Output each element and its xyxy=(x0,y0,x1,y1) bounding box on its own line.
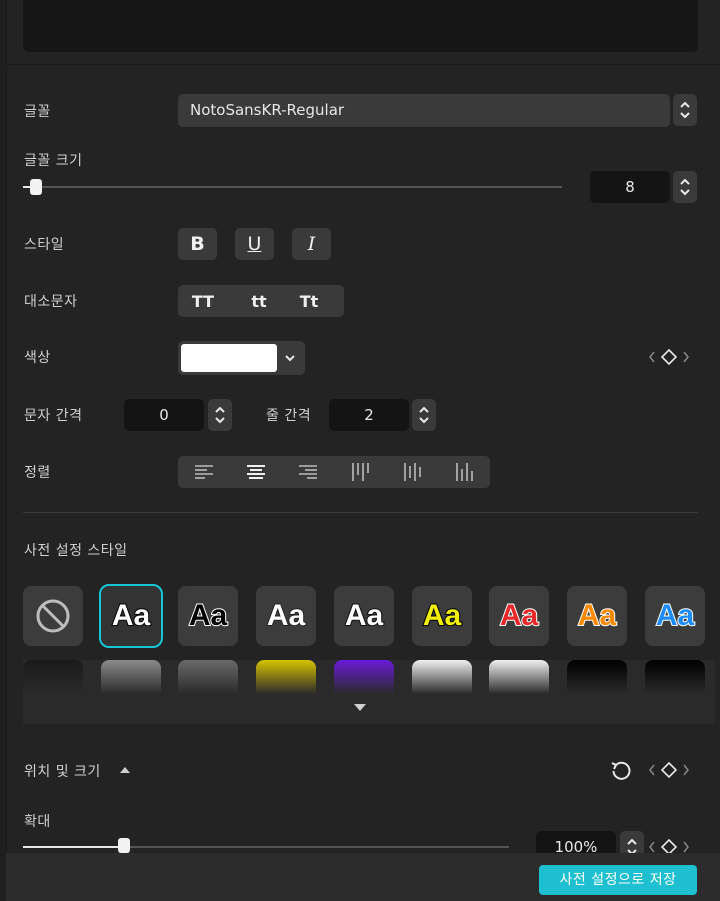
style-label: 스타일 xyxy=(24,237,65,253)
letter-spacing-stepper[interactable] xyxy=(208,399,232,431)
color-swatch[interactable] xyxy=(181,344,277,372)
font-size-label: 글꼴 크기 xyxy=(24,153,83,169)
color-label: 색상 xyxy=(24,350,51,366)
font-label: 글꼴 xyxy=(24,104,51,120)
position-size-title[interactable]: 위치 및 크기 xyxy=(24,761,101,781)
preset-sample-text: Aa xyxy=(266,598,306,633)
font-size-stepper[interactable] xyxy=(673,171,697,203)
preset-sample-text: Aa xyxy=(499,598,539,633)
keyframe-diamond-icon[interactable] xyxy=(660,761,678,779)
lowercase-option[interactable]: tt xyxy=(228,292,290,311)
save-preset-button[interactable]: 사전 설정으로 저장 xyxy=(539,865,697,895)
preset-tile[interactable] xyxy=(101,660,161,694)
underline-button[interactable]: U xyxy=(235,228,274,260)
preset-tile[interactable] xyxy=(567,660,627,694)
position-keyframe-controls xyxy=(648,761,690,779)
expand-presets-icon[interactable] xyxy=(353,703,367,712)
preset-sample-text: Aa xyxy=(188,598,228,633)
prev-keyframe-icon[interactable] xyxy=(648,840,656,854)
divider xyxy=(6,64,720,65)
align-label: 정렬 xyxy=(24,465,51,481)
align-right-icon[interactable] xyxy=(298,463,318,481)
up-down-chevron-icon xyxy=(680,178,690,196)
letter-spacing-label: 문자 간격 xyxy=(24,408,83,424)
reset-icon[interactable] xyxy=(610,760,632,782)
align-bottom-vertical-icon[interactable] xyxy=(454,462,474,482)
preset-sample-text: Aa xyxy=(655,598,695,633)
line-spacing-stepper[interactable] xyxy=(412,399,436,431)
bold-button[interactable]: B xyxy=(178,228,217,260)
color-keyframe-controls xyxy=(648,348,690,366)
line-spacing-input[interactable]: 2 xyxy=(329,399,409,431)
color-picker[interactable] xyxy=(178,341,305,375)
preset-sample-text: Aa xyxy=(577,598,617,633)
align-center-icon[interactable] xyxy=(246,463,266,481)
line-spacing-label: 줄 간격 xyxy=(266,408,312,424)
no-style-icon xyxy=(36,599,70,633)
preset-sample-text: Aa xyxy=(422,598,462,633)
titlecase-option[interactable]: Tt xyxy=(290,292,328,311)
keyframe-diamond-icon[interactable] xyxy=(660,348,678,366)
font-select[interactable]: NotoSansKR-Regular xyxy=(178,94,670,127)
preset-tile[interactable] xyxy=(23,660,83,694)
preset-black-white-outline[interactable]: Aa xyxy=(178,586,238,646)
prev-keyframe-icon[interactable] xyxy=(648,350,656,364)
preset-white-black-outline[interactable]: Aa xyxy=(99,584,163,648)
font-size-slider-thumb[interactable] xyxy=(30,179,42,195)
font-size-slider-track[interactable] xyxy=(23,186,562,188)
preset-tile[interactable] xyxy=(489,660,549,694)
uppercase-option[interactable]: TT xyxy=(178,292,228,311)
next-keyframe-icon[interactable] xyxy=(682,840,690,854)
preset-white-plain[interactable]: Aa xyxy=(256,586,316,646)
preset-none[interactable] xyxy=(23,586,83,646)
italic-button[interactable]: I xyxy=(292,228,331,260)
next-keyframe-icon[interactable] xyxy=(682,350,690,364)
preset-sample-text: Aa xyxy=(344,598,384,633)
prev-keyframe-icon[interactable] xyxy=(648,763,656,777)
up-down-chevron-icon xyxy=(680,101,690,119)
font-size-input[interactable]: 8 xyxy=(590,171,670,203)
preset-tile[interactable] xyxy=(645,660,705,694)
next-keyframe-icon[interactable] xyxy=(682,763,690,777)
up-down-chevron-icon xyxy=(215,406,225,424)
chevron-down-icon xyxy=(285,355,295,362)
preset-red[interactable]: Aa xyxy=(489,586,549,646)
preset-orange[interactable]: Aa xyxy=(567,586,627,646)
align-middle-vertical-icon[interactable] xyxy=(402,462,422,482)
align-segmented-control xyxy=(178,456,490,488)
preset-tile[interactable] xyxy=(256,660,316,694)
preset-styles-title: 사전 설정 스타일 xyxy=(24,543,128,559)
preset-sample-text: Aa xyxy=(111,598,151,633)
align-left-icon[interactable] xyxy=(194,463,214,481)
collapse-up-icon[interactable] xyxy=(119,766,131,774)
case-label: 대소문자 xyxy=(24,294,78,310)
scale-slider-thumb[interactable] xyxy=(118,838,130,853)
preset-tile[interactable] xyxy=(412,660,472,694)
up-down-chevron-icon xyxy=(419,406,429,424)
scale-slider-fill xyxy=(23,846,124,848)
preset-white-glow[interactable]: Aa xyxy=(334,586,394,646)
section-divider xyxy=(23,512,698,513)
font-select-stepper[interactable] xyxy=(673,94,697,126)
preset-tile[interactable] xyxy=(178,660,238,694)
scale-label: 확대 xyxy=(24,814,51,830)
align-top-vertical-icon[interactable] xyxy=(350,462,370,482)
text-content-area[interactable] xyxy=(23,0,698,52)
case-segmented-control: TT tt Tt xyxy=(178,285,344,317)
preset-blue[interactable]: Aa xyxy=(645,586,705,646)
preset-yellow[interactable]: Aa xyxy=(412,586,472,646)
letter-spacing-input[interactable]: 0 xyxy=(124,399,204,431)
preset-tile[interactable] xyxy=(334,660,394,694)
